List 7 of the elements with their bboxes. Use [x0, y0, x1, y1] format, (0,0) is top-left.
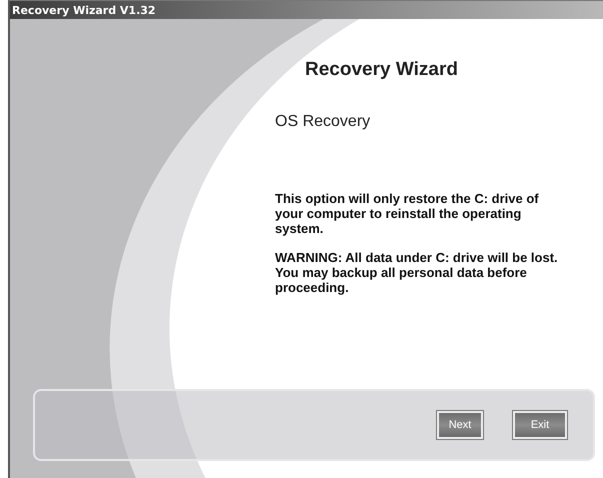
- description-text: WARNING: All data under C: drive will be lost. You may backup all personal data before proceeding.: [275, 250, 559, 295]
- wizard-button[interactable]: Next: [437, 411, 483, 439]
- description-text: This option will only restore the C: drive of your computer to reinstall the operating system.: [275, 191, 540, 236]
- window-title: Recovery Wizard V1.32: [12, 4, 156, 16]
- wizard-button[interactable]: Exit: [513, 411, 567, 439]
- wizard-heading: Recovery Wizard: [304, 59, 459, 81]
- section-title: OS Recovery: [275, 113, 372, 131]
